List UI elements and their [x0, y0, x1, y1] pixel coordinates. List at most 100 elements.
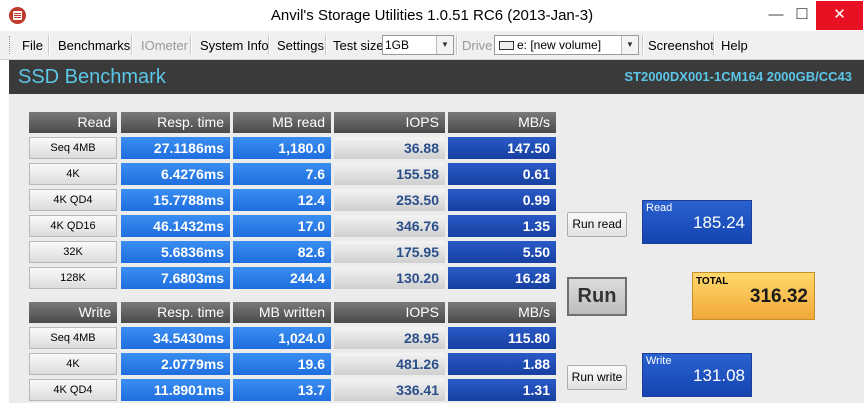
mb-read-header: MB read	[233, 112, 331, 133]
chevron-down-icon[interactable]: ▼	[621, 36, 638, 54]
menu-separator	[131, 35, 133, 55]
mbs-header: MB/s	[448, 112, 556, 133]
menu-file[interactable]: File	[22, 38, 43, 53]
drive-select[interactable]: e: [new volume] ▼	[494, 35, 639, 55]
menu-separator	[456, 35, 458, 55]
resp-time-cell: 34.5430ms	[121, 327, 230, 349]
row-label: 4K	[29, 163, 117, 185]
resp-time-cell: 7.6803ms	[121, 267, 230, 289]
mb-cell: 82.6	[233, 241, 331, 263]
read-score-box: Read 185.24	[642, 200, 752, 244]
drive-model: ST2000DX001-1CM164 2000GB/CC43	[624, 69, 852, 84]
resp-time-header: Resp. time	[121, 112, 230, 133]
row-label: 32K	[29, 241, 117, 263]
write-header: Write	[29, 302, 117, 323]
mbs-cell: 1.88	[448, 353, 556, 375]
write-score-label: Write	[646, 355, 672, 367]
mbs-cell: 5.50	[448, 241, 556, 263]
banner-title: SSD Benchmark	[18, 66, 166, 88]
test-size-value: 1GB	[385, 38, 410, 52]
drive-value: e: [new volume]	[517, 38, 602, 52]
menu-help[interactable]: Help	[721, 38, 748, 53]
menu-separator	[190, 35, 192, 55]
resp-time-cell: 11.8901ms	[121, 379, 230, 401]
mb-cell: 13.7	[233, 379, 331, 401]
iops-cell: 175.95	[334, 241, 445, 263]
mbs-cell: 1.35	[448, 215, 556, 237]
resp-time-cell: 2.0779ms	[121, 353, 230, 375]
run-read-button[interactable]: Run read	[567, 212, 627, 237]
run-button[interactable]: Run	[567, 277, 627, 316]
menu-separator	[325, 35, 327, 55]
mbs-header: MB/s	[448, 302, 556, 323]
total-score-box: TOTAL 316.32	[692, 272, 815, 320]
write-score-value: 131.08	[693, 366, 745, 385]
total-score-value: 316.32	[749, 286, 808, 307]
drive-label: Drive	[462, 38, 493, 53]
maximize-button[interactable]: ☐	[789, 1, 815, 30]
mb-written-header: MB written	[233, 302, 331, 323]
resp-time-cell: 15.7788ms	[121, 189, 230, 211]
iops-cell: 36.88	[334, 137, 445, 159]
run-write-button[interactable]: Run write	[567, 365, 627, 390]
menu-separator	[48, 35, 50, 55]
mbs-cell: 16.28	[448, 267, 556, 289]
row-label: 128K	[29, 267, 117, 289]
mb-cell: 244.4	[233, 267, 331, 289]
menu-iometer: IOmeter	[141, 38, 188, 53]
menu-bar: File Benchmarks IOmeter System Info Sett…	[0, 31, 864, 60]
resp-time-cell: 6.4276ms	[121, 163, 230, 185]
menu-separator	[713, 35, 715, 55]
test-size-label: Test size	[333, 38, 384, 53]
iops-cell: 346.76	[334, 215, 445, 237]
iops-cell: 481.26	[334, 353, 445, 375]
mbs-cell: 1.31	[448, 379, 556, 401]
window-title: Anvil's Storage Utilities 1.0.51 RC6 (20…	[270, 7, 594, 24]
iops-cell: 28.95	[334, 327, 445, 349]
read-score-value: 185.24	[693, 213, 745, 232]
benchmark-banner: SSD Benchmark ST2000DX001-1CM164 2000GB/…	[9, 60, 864, 94]
menu-separator	[268, 35, 270, 55]
menu-benchmarks[interactable]: Benchmarks	[58, 38, 130, 53]
iops-cell: 253.50	[334, 189, 445, 211]
menu-screenshot[interactable]: Screenshot	[648, 38, 714, 53]
row-label: 4K QD4	[29, 189, 117, 211]
resp-time-cell: 5.6836ms	[121, 241, 230, 263]
minimize-button[interactable]: —	[763, 1, 789, 30]
resp-time-cell: 46.1432ms	[121, 215, 230, 237]
iops-header: IOPS	[334, 302, 445, 323]
drive-icon	[499, 41, 514, 50]
title-bar: Anvil's Storage Utilities 1.0.51 RC6 (20…	[0, 0, 864, 31]
read-header: Read	[29, 112, 117, 133]
iops-cell: 155.58	[334, 163, 445, 185]
resp-time-header: Resp. time	[121, 302, 230, 323]
chevron-down-icon[interactable]: ▼	[436, 36, 453, 54]
mb-cell: 19.6	[233, 353, 331, 375]
row-label: 4K	[29, 353, 117, 375]
mbs-cell: 0.61	[448, 163, 556, 185]
mbs-cell: 0.99	[448, 189, 556, 211]
menu-settings[interactable]: Settings	[277, 38, 324, 53]
resp-time-cell: 27.1186ms	[121, 137, 230, 159]
mb-cell: 1,180.0	[233, 137, 331, 159]
mb-cell: 12.4	[233, 189, 331, 211]
mb-cell: 17.0	[233, 215, 331, 237]
read-score-label: Read	[646, 202, 673, 214]
menu-separator	[642, 35, 644, 55]
toolbar-grip[interactable]	[9, 36, 13, 54]
total-score-label: TOTAL	[696, 276, 729, 287]
mb-cell: 7.6	[233, 163, 331, 185]
row-label: Seq 4MB	[29, 327, 117, 349]
mbs-cell: 115.80	[448, 327, 556, 349]
iops-cell: 336.41	[334, 379, 445, 401]
iops-header: IOPS	[334, 112, 445, 133]
test-size-select[interactable]: 1GB ▼	[382, 35, 454, 55]
row-label: 4K QD4	[29, 379, 117, 401]
iops-cell: 130.20	[334, 267, 445, 289]
mbs-cell: 147.50	[448, 137, 556, 159]
mb-cell: 1,024.0	[233, 327, 331, 349]
menu-system-info[interactable]: System Info	[200, 38, 269, 53]
close-button[interactable]: ✕	[816, 1, 863, 30]
row-label: Seq 4MB	[29, 137, 117, 159]
write-score-box: Write 131.08	[642, 353, 752, 397]
